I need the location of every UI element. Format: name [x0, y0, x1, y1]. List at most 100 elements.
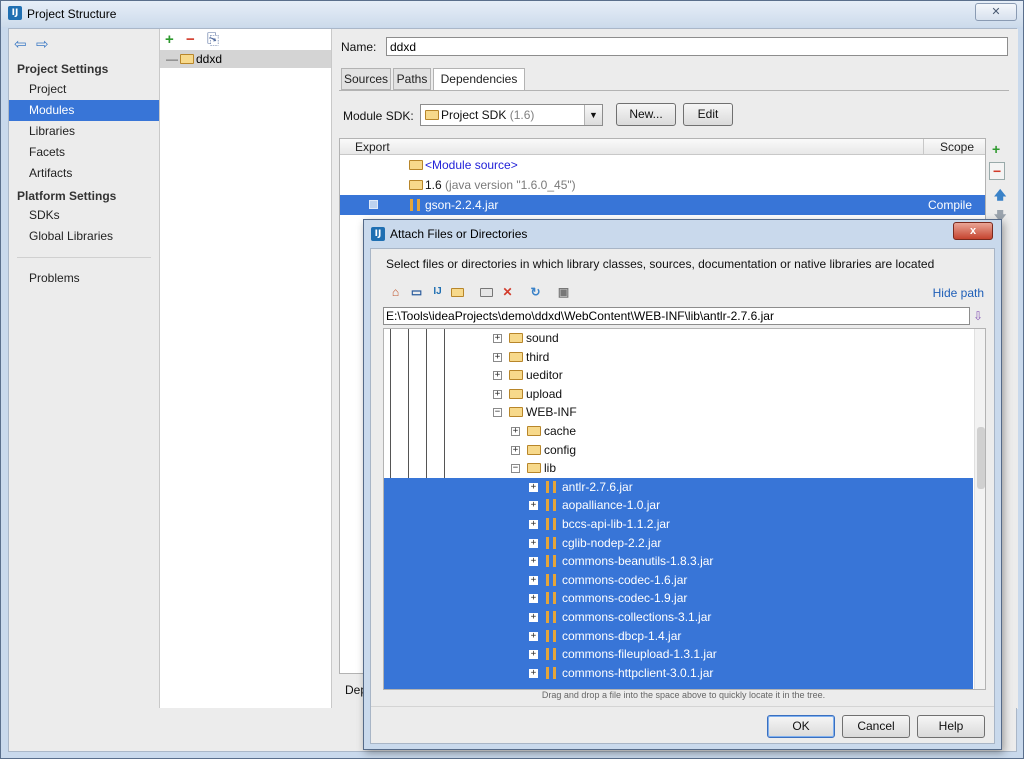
tree-folder-row[interactable]: + third	[384, 348, 973, 367]
tree-jar-row[interactable]: + commons-httpclient-3.0.1.jar	[384, 663, 973, 683]
new-folder-icon[interactable]	[479, 285, 494, 299]
copy-icon[interactable]: ⎘	[207, 31, 219, 48]
attach-files-dialog: IJ Attach Files or Directories x Select …	[363, 219, 1002, 750]
tree-folder-row[interactable]: + cache	[384, 422, 973, 441]
dependency-row[interactable]: gson-2.2.4.jar Compile	[340, 195, 985, 215]
expand-icon[interactable]: +	[529, 594, 538, 604]
tab-paths[interactable]: Paths	[393, 68, 431, 90]
export-checkbox[interactable]	[369, 200, 378, 209]
tab-dependencies[interactable]: Dependencies	[433, 68, 525, 91]
tree-folder-label: lib	[544, 461, 557, 476]
dependency-row[interactable]: 1.6 (java version "1.6.0_45")	[340, 175, 985, 195]
expand-icon[interactable]: +	[511, 445, 520, 455]
dependency-scope[interactable]: Compile	[928, 195, 972, 215]
expand-icon[interactable]: +	[493, 334, 502, 343]
add-icon[interactable]: +	[165, 31, 174, 48]
sdk-folder-icon	[409, 180, 423, 190]
expand-icon[interactable]: +	[529, 650, 538, 660]
tree-jar-row[interactable]: + commons-fileupload-1.3.1.jar	[384, 645, 973, 664]
help-button[interactable]: Help	[917, 715, 985, 738]
show-hidden-icon[interactable]: ▣	[556, 285, 571, 299]
module-tree-item[interactable]: — ddxd	[160, 50, 331, 68]
nav-item-libraries[interactable]: Libraries	[9, 121, 159, 142]
tree-folder-row[interactable]: − WEB-INF	[384, 403, 973, 422]
cancel-button[interactable]: Cancel	[842, 715, 910, 738]
expand-icon[interactable]: +	[529, 538, 538, 548]
move-up-icon[interactable]: 🡅	[994, 186, 1006, 207]
tree-scrollbar[interactable]	[974, 329, 985, 689]
refresh-icon[interactable]: ↻	[528, 285, 543, 299]
nav-item-modules[interactable]: Modules	[9, 100, 159, 121]
tree-folder-row[interactable]: − lib	[384, 459, 973, 478]
tree-jar-row[interactable]	[384, 682, 973, 689]
tree-jar-row[interactable]: + commons-dbcp-1.4.jar	[384, 626, 973, 646]
export-column-header[interactable]: Export	[355, 140, 390, 154]
expand-icon[interactable]: +	[529, 501, 538, 511]
nav-item-sdks[interactable]: SDKs	[9, 205, 159, 226]
nav-item-problems[interactable]: Problems	[9, 268, 159, 289]
tree-folder-row[interactable]: + config	[384, 441, 973, 460]
hide-path-link[interactable]: Hide path	[933, 286, 984, 300]
expand-icon[interactable]: +	[529, 520, 538, 529]
tree-folder-row[interactable]: + ueditor	[384, 366, 973, 385]
nav-item-global-libraries[interactable]: Global Libraries	[9, 226, 159, 247]
remove-icon[interactable]: −	[186, 31, 195, 48]
new-sdk-button[interactable]: New...	[616, 103, 676, 126]
module-folder-icon[interactable]	[450, 285, 465, 299]
expand-icon[interactable]: +	[493, 352, 502, 362]
expand-icon[interactable]: +	[529, 482, 538, 492]
expand-icon[interactable]: +	[529, 575, 538, 585]
expand-icon[interactable]: +	[529, 631, 538, 641]
collapse-icon[interactable]: −	[511, 464, 520, 474]
add-dependency-icon[interactable]: +	[992, 141, 1000, 157]
project-icon[interactable]: IJ	[430, 285, 445, 299]
tree-jar-row[interactable]: + commons-codec-1.6.jar	[384, 570, 973, 590]
module-name-input[interactable]	[386, 37, 1008, 56]
path-input[interactable]	[383, 307, 970, 325]
tree-jar-row[interactable]: + commons-collections-3.1.jar	[384, 608, 973, 627]
tree-folder-row[interactable]: + upload	[384, 385, 973, 404]
home-icon[interactable]: ⌂	[388, 285, 403, 299]
collapse-icon[interactable]: −	[493, 408, 502, 418]
forward-arrow-icon[interactable]: ⇨	[36, 35, 49, 53]
expand-icon[interactable]: +	[529, 613, 538, 622]
tree-folder-label: WEB-INF	[526, 405, 577, 420]
tree-jar-row[interactable]: + aopalliance-1.0.jar	[384, 496, 973, 515]
module-sdk-select[interactable]: Project SDK (1.6) ▼	[420, 104, 603, 126]
tree-folder-row[interactable]: + sound	[384, 329, 973, 348]
tree-jar-row[interactable]: + commons-codec-1.9.jar	[384, 589, 973, 608]
ok-button[interactable]: OK	[767, 715, 835, 738]
jar-file-icon	[546, 555, 556, 568]
desktop-icon[interactable]: ▭	[409, 285, 424, 299]
sdk-version: 1.6	[425, 178, 442, 192]
close-window-button[interactable]: ✕	[975, 3, 1017, 21]
expand-icon[interactable]: +	[493, 389, 502, 399]
path-history-icon[interactable]: ⇩	[973, 309, 987, 323]
scope-column-header[interactable]: Scope	[940, 140, 974, 154]
jar-library-icon	[410, 199, 420, 211]
tree-jar-row[interactable]: + antlr-2.7.6.jar	[384, 477, 973, 497]
remove-dependency-icon[interactable]: −	[989, 162, 1006, 180]
tab-sources[interactable]: Sources	[341, 68, 391, 90]
expand-icon[interactable]: +	[529, 557, 538, 567]
back-arrow-icon[interactable]: ⇦	[14, 35, 27, 53]
java-version-hint: (java version "1.6.0_45")	[445, 178, 576, 192]
tree-jar-row[interactable]: + cglib-nodep-2.2.jar	[384, 533, 973, 553]
nav-item-project[interactable]: Project	[9, 79, 159, 100]
module-tree-pane: + − ⎘ — ddxd	[160, 29, 332, 709]
expand-icon[interactable]: +	[511, 427, 520, 436]
nav-item-artifacts[interactable]: Artifacts	[9, 163, 159, 184]
expand-icon[interactable]: +	[493, 371, 502, 381]
chevron-down-icon[interactable]: ▼	[584, 105, 602, 125]
tree-jar-row[interactable]: + bccs-api-lib-1.1.2.jar	[384, 515, 973, 534]
edit-sdk-button[interactable]: Edit	[683, 103, 733, 126]
nav-item-facets[interactable]: Facets	[9, 142, 159, 163]
close-dialog-button[interactable]: x	[953, 222, 993, 240]
dependency-row[interactable]: <Module source>	[340, 155, 985, 175]
dependency-name: gson-2.2.4.jar	[425, 198, 499, 212]
project-settings-heading: Project Settings	[17, 62, 109, 76]
delete-icon[interactable]: ✕	[500, 285, 515, 299]
scrollbar-thumb[interactable]	[977, 427, 985, 489]
tree-jar-row[interactable]: + commons-beanutils-1.8.3.jar	[384, 552, 973, 571]
expand-icon[interactable]: +	[529, 668, 538, 678]
